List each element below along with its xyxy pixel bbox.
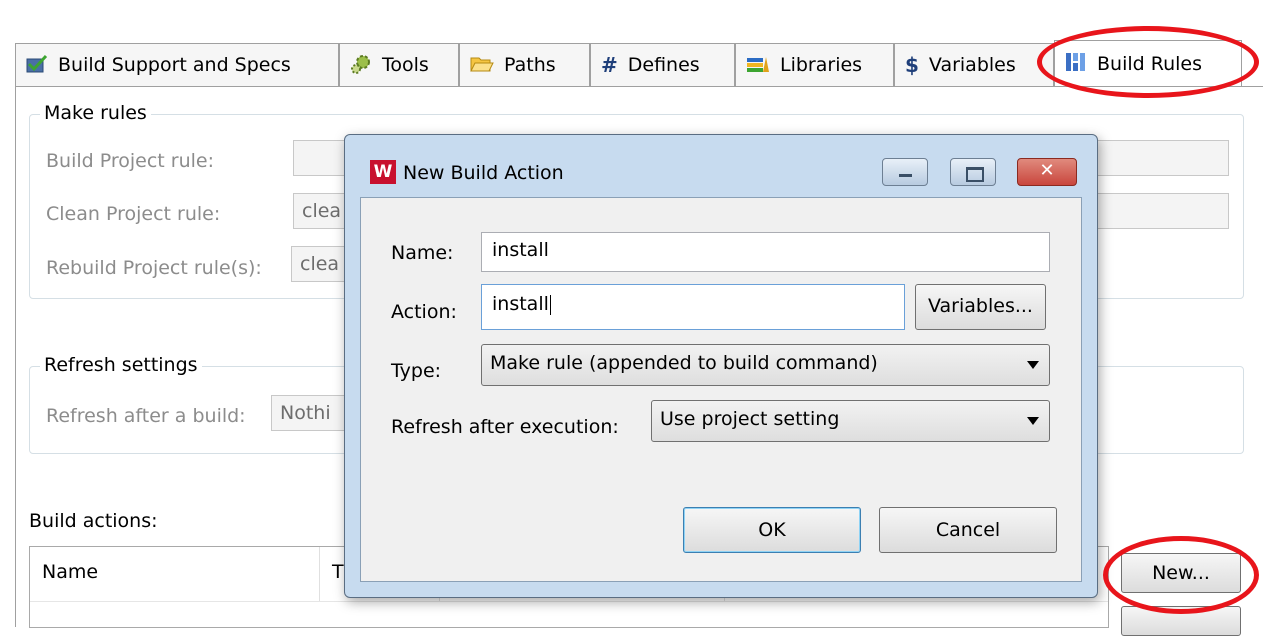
dialog-body: Name: install Action: install Variables.… bbox=[360, 197, 1082, 582]
header-divider bbox=[30, 601, 1108, 602]
ok-button-label: OK bbox=[758, 519, 786, 541]
variables-button-label: Variables... bbox=[928, 295, 1033, 317]
name-input[interactable]: install bbox=[481, 232, 1050, 272]
refresh-after-execution-select[interactable]: Use project setting bbox=[651, 400, 1050, 442]
cancel-button[interactable]: Cancel bbox=[879, 507, 1057, 553]
highlight-ellipse-build-rules-tab bbox=[1037, 26, 1259, 98]
dollar-icon: $ bbox=[905, 53, 919, 77]
column-header-name[interactable]: Name bbox=[30, 547, 320, 601]
cancel-button-label: Cancel bbox=[935, 519, 1001, 541]
chevron-down-icon bbox=[1027, 361, 1039, 369]
maximize-icon bbox=[966, 167, 984, 182]
refresh-after-build-select[interactable]: Nothi bbox=[271, 395, 351, 431]
refresh-settings-title: Refresh settings bbox=[40, 354, 202, 376]
name-label: Name: bbox=[391, 242, 454, 264]
clean-project-rule-label: Clean Project rule: bbox=[46, 203, 221, 225]
minimize-button[interactable] bbox=[882, 158, 928, 186]
minimize-icon bbox=[899, 174, 912, 177]
type-select[interactable]: Make rule (appended to build command) bbox=[481, 344, 1050, 386]
action-value: install bbox=[492, 293, 549, 315]
tab-label: Paths bbox=[504, 54, 556, 76]
maximize-button[interactable] bbox=[950, 158, 996, 186]
folder-icon bbox=[470, 54, 494, 77]
refresh-after-build-label: Refresh after a build: bbox=[46, 405, 246, 427]
tab-label: Variables bbox=[928, 54, 1016, 76]
tab-label: Defines bbox=[627, 54, 700, 76]
tab-variables[interactable]: $ Variables bbox=[894, 43, 1054, 86]
build-actions-label: Build actions: bbox=[29, 510, 158, 532]
new-build-action-dialog: W New Build Action ✕ Name: install Actio… bbox=[344, 134, 1098, 598]
gear-icon bbox=[350, 53, 372, 78]
close-icon: ✕ bbox=[1039, 160, 1055, 181]
dialog-title: New Build Action bbox=[403, 162, 564, 184]
app-logo-icon: W bbox=[370, 160, 396, 184]
tab-label: Build Support and Specs bbox=[58, 54, 291, 76]
text-cursor bbox=[549, 294, 551, 315]
highlight-ellipse-new-button bbox=[1103, 536, 1259, 614]
build-project-rule-label: Build Project rule: bbox=[46, 150, 215, 172]
refresh-select-value: Use project setting bbox=[660, 408, 840, 430]
make-rules-title: Make rules bbox=[40, 102, 151, 124]
tab-defines[interactable]: # Defines bbox=[590, 43, 735, 86]
books-icon bbox=[746, 54, 770, 77]
logo-letter: W bbox=[373, 162, 393, 182]
refresh-after-execution-label: Refresh after execution: bbox=[391, 416, 619, 438]
dialog-titlebar[interactable]: W New Build Action ✕ bbox=[345, 135, 1097, 197]
close-button[interactable]: ✕ bbox=[1017, 158, 1077, 186]
tab-tools[interactable]: Tools bbox=[339, 43, 459, 86]
action-input[interactable]: install bbox=[481, 284, 905, 330]
ok-button[interactable]: OK bbox=[683, 507, 861, 553]
tab-libraries[interactable]: Libraries bbox=[735, 43, 894, 86]
variables-button[interactable]: Variables... bbox=[915, 284, 1046, 330]
tab-build-support[interactable]: Build Support and Specs bbox=[15, 43, 339, 86]
tab-paths[interactable]: Paths bbox=[459, 43, 590, 86]
rebuild-project-rule-label: Rebuild Project rule(s): bbox=[46, 257, 262, 279]
type-select-value: Make rule (appended to build command) bbox=[490, 352, 878, 374]
type-label: Type: bbox=[391, 360, 442, 382]
check-icon bbox=[26, 54, 48, 77]
chevron-down-icon bbox=[1027, 417, 1039, 425]
tab-label: Tools bbox=[382, 54, 429, 76]
tab-label: Libraries bbox=[780, 54, 863, 76]
action-label: Action: bbox=[391, 301, 457, 323]
hash-icon: # bbox=[601, 53, 618, 77]
